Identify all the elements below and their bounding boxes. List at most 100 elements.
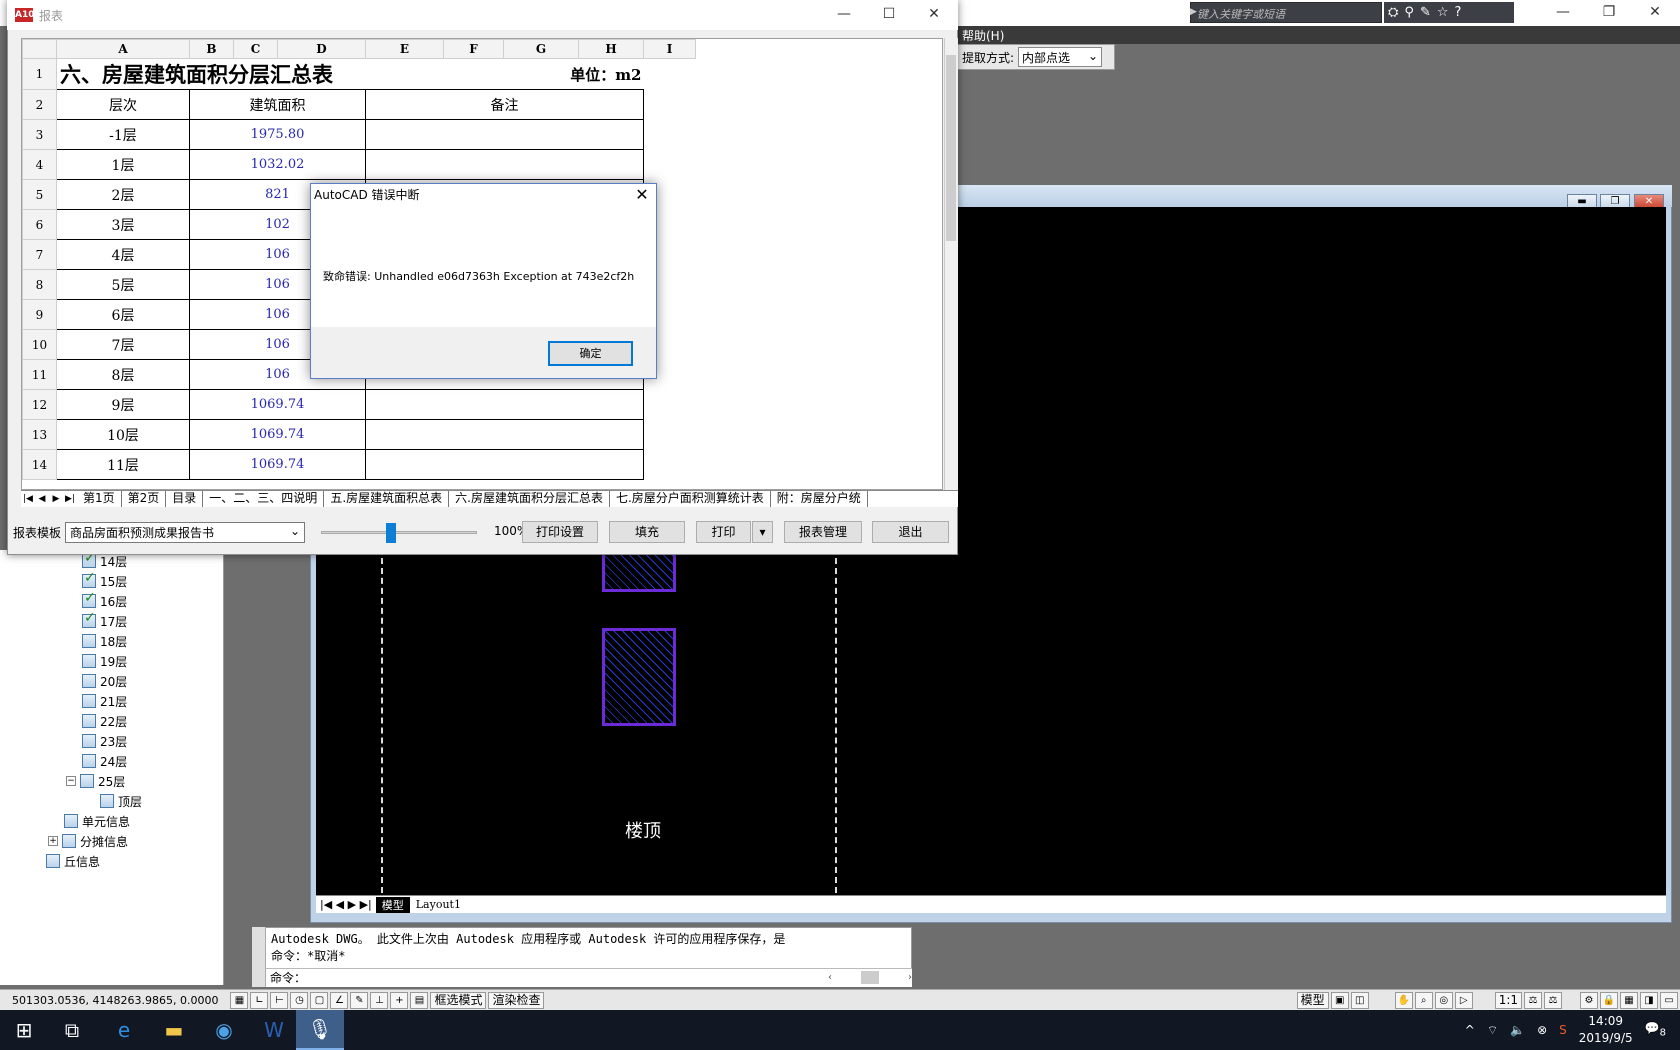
active-app-icon[interactable]: 🎙 bbox=[296, 1010, 344, 1050]
table-cell[interactable] bbox=[644, 390, 696, 420]
osnap-icon[interactable]: ▢ bbox=[310, 991, 329, 1009]
network-icon[interactable]: ⌔ bbox=[1487, 1023, 1498, 1038]
annotation-scale[interactable]: 1:1 bbox=[1494, 991, 1522, 1009]
volume-muted-icon[interactable]: 🔈 bbox=[1510, 1023, 1525, 1037]
floor-cell[interactable]: 11层 bbox=[56, 449, 190, 480]
windows-start-icon[interactable]: ⊞ bbox=[0, 1010, 48, 1050]
report-minimize-button[interactable]: — bbox=[821, 0, 867, 30]
tree-item[interactable]: 23层 bbox=[82, 732, 127, 750]
angle-icon[interactable]: ∠ bbox=[330, 991, 349, 1009]
collapse-icon[interactable]: − bbox=[66, 776, 76, 786]
area-cell[interactable]: 1032.02 bbox=[189, 149, 366, 180]
tab-model[interactable]: 模型 bbox=[375, 896, 410, 913]
word-icon[interactable]: W bbox=[250, 1010, 298, 1050]
floor-cell[interactable]: 7层 bbox=[56, 329, 190, 360]
model-space-toggle[interactable]: 模型 bbox=[1296, 991, 1329, 1009]
sheet-tab[interactable]: 附：房屋分户统 bbox=[771, 491, 868, 507]
tree-item[interactable]: 20层 bbox=[82, 672, 127, 690]
floor-cell[interactable]: 4层 bbox=[56, 239, 190, 270]
render-check-toggle[interactable]: 渲染检查 bbox=[488, 991, 545, 1009]
corner-cell[interactable] bbox=[22, 39, 57, 59]
tab-nav-arrows[interactable]: |◀ ◀ ▶ ▶| bbox=[316, 898, 376, 911]
column-header[interactable]: H bbox=[578, 39, 644, 59]
row-header[interactable]: 6 bbox=[22, 209, 57, 240]
tree-item[interactable]: 19层 bbox=[82, 652, 127, 670]
binoculars-icon[interactable]: ⛭ bbox=[1388, 5, 1398, 20]
row-header[interactable]: 3 bbox=[22, 119, 57, 150]
unit-label[interactable]: 单位：m2 bbox=[504, 59, 644, 90]
column-header[interactable]: B bbox=[189, 39, 234, 59]
steeringwheel-icon[interactable]: ◎ bbox=[1434, 991, 1453, 1009]
pan-icon[interactable]: ✋ bbox=[1394, 991, 1413, 1009]
tree-item[interactable]: 顶层 bbox=[100, 792, 142, 810]
row-header[interactable]: 4 bbox=[22, 149, 57, 180]
key-icon[interactable]: ⚲ bbox=[1404, 5, 1414, 20]
row-header[interactable]: 2 bbox=[22, 89, 57, 120]
quickview-icon[interactable]: ◫ bbox=[1350, 991, 1369, 1009]
report-close-button[interactable]: ✕ bbox=[911, 0, 957, 30]
close-icon[interactable]: ✕ bbox=[628, 183, 656, 209]
sheet-tab[interactable]: 一、二、三、四说明 bbox=[203, 491, 325, 507]
floor-cell[interactable]: 5层 bbox=[56, 269, 190, 300]
chevron-up-icon[interactable]: ^ bbox=[1465, 1023, 1475, 1037]
note-cell[interactable] bbox=[365, 419, 644, 450]
zoom-slider-thumb[interactable] bbox=[386, 523, 397, 543]
table-cell[interactable] bbox=[644, 120, 696, 150]
print-setup-button[interactable]: 打印设置 bbox=[522, 521, 598, 543]
area-cell[interactable]: 1975.80 bbox=[189, 119, 366, 150]
report-maximize-button[interactable]: ☐ bbox=[866, 0, 912, 30]
polar-icon[interactable]: ◷ bbox=[290, 991, 309, 1009]
area-cell[interactable]: 1069.74 bbox=[189, 449, 366, 480]
tree-item[interactable]: 21层 bbox=[82, 692, 127, 710]
tree-item[interactable]: 17层 bbox=[82, 610, 127, 630]
floor-cell[interactable]: 2层 bbox=[56, 179, 190, 210]
sheet-tab[interactable]: 第2页 bbox=[122, 491, 167, 507]
row-header[interactable]: 13 bbox=[22, 419, 57, 450]
area-cell[interactable]: 1069.74 bbox=[189, 419, 366, 450]
last-sheet-icon[interactable]: ▶| bbox=[63, 494, 77, 504]
area-cell[interactable]: 1069.74 bbox=[189, 389, 366, 420]
zoom-icon[interactable]: ⌕ bbox=[1414, 991, 1433, 1009]
tree-item[interactable]: 18层 bbox=[82, 632, 127, 650]
column-header[interactable]: F bbox=[443, 39, 504, 59]
showmotion-icon[interactable]: ▷ bbox=[1454, 991, 1473, 1009]
ok-button[interactable]: 确定 bbox=[548, 341, 633, 366]
clock[interactable]: 14:09 2019/9/5 bbox=[1579, 1013, 1633, 1047]
row-header[interactable]: 11 bbox=[22, 359, 57, 390]
scrollbar-thumb[interactable] bbox=[946, 55, 956, 241]
sheet-tab[interactable]: 七.房屋分户面积测算统计表 bbox=[610, 491, 771, 507]
star-icon[interactable]: ☆ bbox=[1437, 5, 1449, 20]
column-header[interactable]: G bbox=[503, 39, 579, 59]
table-cell[interactable] bbox=[644, 420, 696, 450]
sheet-title[interactable]: 六、房屋建筑面积分层汇总表 bbox=[57, 59, 444, 90]
header-floor[interactable]: 层次 bbox=[56, 89, 190, 120]
row-header[interactable]: 9 bbox=[22, 299, 57, 330]
select-mode-toggle[interactable]: 框选模式 bbox=[430, 991, 487, 1009]
note-cell[interactable] bbox=[365, 119, 644, 150]
fill-button[interactable]: 填充 bbox=[609, 521, 685, 543]
column-header[interactable]: I bbox=[643, 39, 696, 59]
sogou-icon[interactable]: S bbox=[1559, 1023, 1567, 1037]
command-scrollbar[interactable]: ‹ › bbox=[828, 969, 912, 986]
acad-close-button[interactable]: ✕ bbox=[1632, 0, 1678, 26]
tools-icon[interactable]: ✎ bbox=[1420, 5, 1431, 20]
table-cell[interactable] bbox=[644, 450, 696, 480]
notification-icon[interactable]: 💬8 bbox=[1645, 1021, 1666, 1038]
table-cell[interactable] bbox=[644, 150, 696, 180]
acad-minimize-button[interactable]: — bbox=[1540, 0, 1586, 26]
file-explorer-icon[interactable]: ▬ bbox=[150, 1010, 198, 1050]
clean-screen-icon[interactable]: ▭ bbox=[1660, 991, 1678, 1009]
note-cell[interactable] bbox=[365, 449, 644, 480]
row-header[interactable]: 7 bbox=[22, 239, 57, 270]
prev-sheet-icon[interactable]: ◀ bbox=[35, 494, 49, 504]
tree-item[interactable]: 15层 bbox=[82, 570, 127, 590]
edge-browser-icon[interactable]: e bbox=[100, 1010, 148, 1050]
command-grip-handle[interactable] bbox=[252, 927, 266, 987]
row-header[interactable]: 10 bbox=[22, 329, 57, 360]
snap-icon[interactable]: ∟ bbox=[250, 991, 269, 1009]
row-header[interactable]: 8 bbox=[22, 269, 57, 300]
column-header[interactable]: C bbox=[233, 39, 278, 59]
note-cell[interactable] bbox=[365, 149, 644, 180]
tree-item[interactable]: 16层 bbox=[82, 590, 127, 610]
column-header[interactable]: E bbox=[365, 39, 444, 59]
